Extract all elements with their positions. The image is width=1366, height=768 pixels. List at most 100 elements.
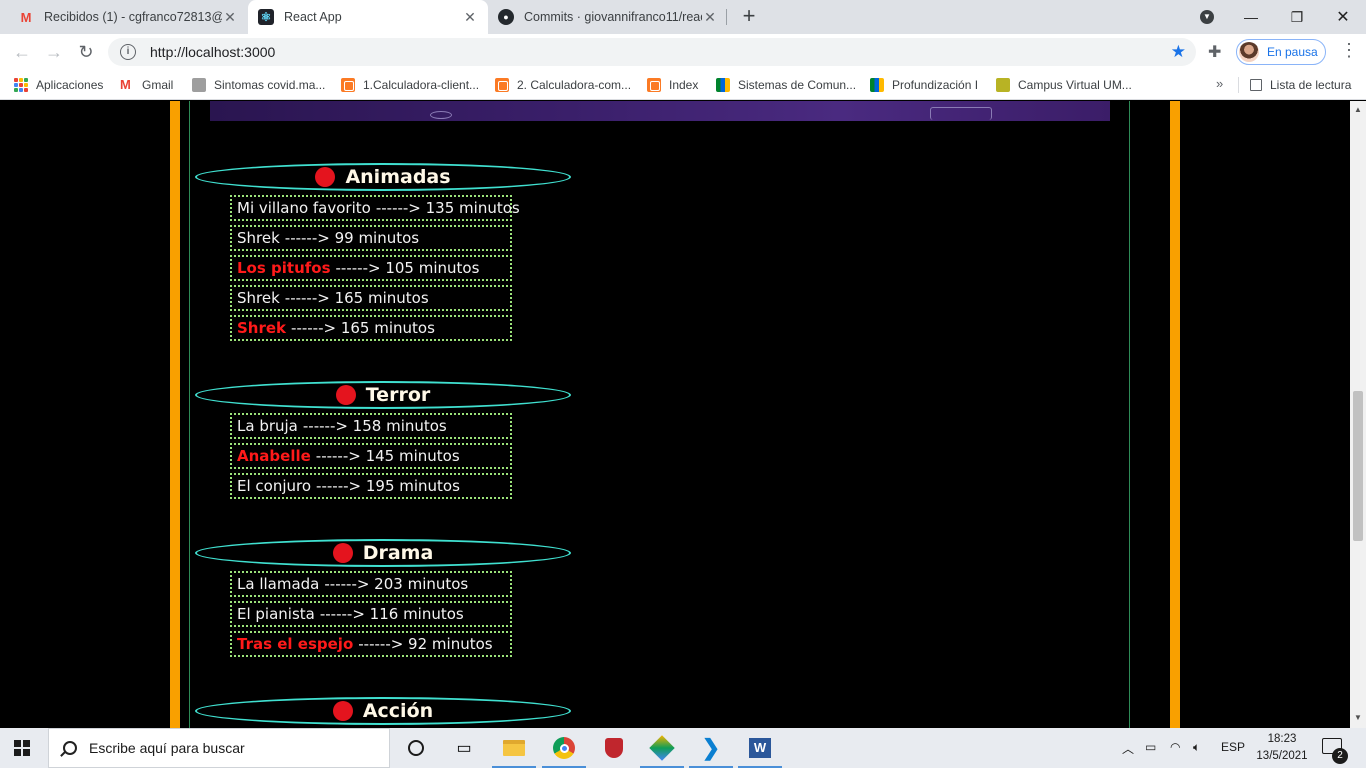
movie-title: El conjuro [237, 477, 312, 495]
close-icon[interactable]: ✕ [222, 9, 238, 26]
bookmarks-bar: Aplicaciones M Gmail Sintomas covid.ma..… [0, 70, 1366, 100]
bookmark-apps[interactable]: Aplicaciones [14, 76, 103, 94]
task-view-icon[interactable]: ▭ [450, 734, 478, 762]
search-icon [63, 741, 77, 755]
movie-title-highlighted: Anabelle [237, 447, 311, 465]
url-text[interactable]: http://localhost:3000 [150, 44, 275, 60]
back-button[interactable]: ← [10, 40, 34, 64]
movie-item: Anabelle ------> 145 minutos [230, 443, 512, 469]
bookmark-index[interactable]: Index [647, 76, 698, 94]
movie-item: Los pitufos ------> 105 minutos [230, 255, 512, 281]
bookmark-sistemas-comunicacion[interactable]: Sistemas de Comun... [716, 76, 856, 94]
new-tab-button[interactable]: + [737, 4, 761, 28]
red-dot-icon [335, 385, 356, 405]
page-scrollbar[interactable]: ▲ ▼ [1350, 101, 1366, 728]
more-bookmarks-chevron-icon[interactable]: » [1216, 76, 1223, 91]
category-title: Animadas [345, 166, 451, 188]
windows-start-icon[interactable] [14, 740, 30, 756]
bookmark-sintomas-covid[interactable]: Sintomas covid.ma... [192, 76, 325, 94]
reading-list-label: Lista de lectura [1270, 78, 1352, 92]
taskbar-search-box[interactable]: Escribe aquí para buscar [48, 728, 390, 768]
forward-button[interactable]: → [42, 40, 66, 64]
movie-title-highlighted: Los pitufos [237, 259, 331, 277]
apps-grid-icon [14, 78, 28, 92]
left-green-line [189, 101, 190, 728]
tray-chevron-up-icon[interactable]: ︿ [1122, 740, 1134, 757]
security-shield-icon[interactable] [600, 734, 628, 762]
category-terror: Terror La bruja ------> 158 minutos Anabe… [195, 381, 571, 499]
file-explorer-icon[interactable] [492, 734, 536, 768]
cortana-circle-icon[interactable] [402, 734, 430, 762]
close-window-button[interactable]: ✕ [1320, 0, 1366, 34]
vscode-icon[interactable]: ❯ [689, 734, 733, 768]
movie-item: La llamada ------> 203 minutos [230, 571, 512, 597]
git-kraken-icon[interactable] [640, 734, 684, 768]
github-icon: ● [498, 9, 514, 25]
category-header: Animadas [195, 163, 571, 191]
browser-toolbar: ← → ↻ i http://localhost:3000 ★ ✚ En pau… [0, 34, 1366, 70]
movie-title: Shrek [237, 229, 280, 247]
close-icon[interactable]: ✕ [702, 9, 718, 26]
bookmark-calculadora-cliente[interactable]: 1.Calculadora-client... [341, 76, 479, 94]
movie-duration: ------> 165 minutos [284, 289, 429, 307]
address-bar[interactable]: i http://localhost:3000 ★ [108, 38, 1196, 66]
close-icon[interactable]: ✕ [462, 9, 478, 26]
movie-item: El pianista ------> 116 minutos [230, 601, 512, 627]
bookmark-label: Sintomas covid.ma... [214, 78, 326, 92]
extensions-puzzle-icon[interactable]: ✚ [1208, 42, 1221, 62]
moodle-icon [996, 78, 1010, 92]
right-green-line [1129, 101, 1130, 728]
bookmark-star-icon[interactable]: ★ [1171, 42, 1186, 62]
movie-duration: ------> 203 minutos [324, 575, 469, 593]
chrome-icon[interactable] [542, 734, 586, 768]
movie-duration: ------> 145 minutos [315, 447, 460, 465]
info-icon[interactable]: i [120, 44, 136, 60]
battery-icon[interactable]: ▭ [1145, 740, 1156, 754]
tab-react-app[interactable]: ⚛ React App ✕ [248, 0, 488, 34]
bookmark-label: 1.Calculadora-client... [363, 78, 480, 92]
bookmark-campus-virtual[interactable]: Campus Virtual UM... [996, 76, 1132, 94]
movie-title-highlighted: Shrek [237, 319, 287, 337]
bookmark-label: Gmail [142, 78, 174, 92]
react-icon: ⚛ [258, 9, 274, 25]
category-title: Terror [365, 384, 431, 406]
movie-duration: ------> 99 minutos [284, 229, 420, 247]
bookmark-profundizacion[interactable]: Profundización I [870, 76, 978, 94]
tab-github-commits[interactable]: ● Commits · giovannifranco11/reac ✕ [488, 0, 728, 34]
maximize-button[interactable]: ❐ [1274, 0, 1320, 34]
category-animadas: Animadas Mi villano favorito ------> 135 … [195, 163, 571, 341]
movie-item: Mi villano favorito ------> 135 minutos [230, 195, 520, 221]
reading-list-button[interactable]: Lista de lectura [1250, 76, 1351, 94]
volume-icon[interactable]: 🔈︎ [1193, 740, 1200, 755]
movie-duration: ------> 165 minutos [291, 319, 435, 337]
bookmark-calculadora-com[interactable]: 2. Calculadora-com... [495, 76, 631, 94]
reading-list-icon [1250, 79, 1262, 91]
movie-item: Shrek ------> 99 minutos [230, 225, 512, 251]
xampp-icon [341, 78, 355, 92]
bookmark-label: 2. Calculadora-com... [517, 78, 632, 92]
tab-separator [726, 9, 727, 25]
language-indicator[interactable]: ESP [1221, 740, 1245, 754]
bookmark-gmail[interactable]: M Gmail [120, 76, 173, 94]
word-icon[interactable]: W [738, 734, 782, 768]
tab-search-icon[interactable]: ▼ [1184, 0, 1230, 34]
minimize-button[interactable]: — [1228, 0, 1274, 34]
movie-item: Shrek ------> 165 minutos [230, 285, 512, 311]
menu-kebab-icon[interactable]: ⋮ [1340, 40, 1358, 61]
reload-button[interactable]: ↻ [74, 40, 98, 64]
wifi-icon[interactable]: ◠ [1170, 740, 1180, 754]
taskbar-clock[interactable]: 18:23 13/5/2021 [1252, 731, 1312, 765]
movie-title: Shrek [237, 289, 280, 307]
bookmark-label: Sistemas de Comun... [738, 78, 857, 92]
page-viewport: Animadas Mi villano favorito ------> 135 … [0, 101, 1350, 728]
category-header: Acción [195, 697, 571, 725]
movie-title: La llamada [237, 575, 320, 593]
profile-button[interactable]: En pausa [1236, 39, 1326, 65]
scroll-up-arrow-icon[interactable]: ▲ [1354, 105, 1362, 114]
gmail-icon: M [20, 9, 32, 25]
scrollbar-thumb[interactable] [1353, 391, 1363, 541]
bookmark-label: Index [669, 78, 699, 92]
red-dot-icon [332, 701, 353, 721]
tab-gmail[interactable]: M Recibidos (1) - cgfranco72813@u ✕ [8, 0, 248, 34]
scroll-down-arrow-icon[interactable]: ▼ [1354, 713, 1362, 722]
